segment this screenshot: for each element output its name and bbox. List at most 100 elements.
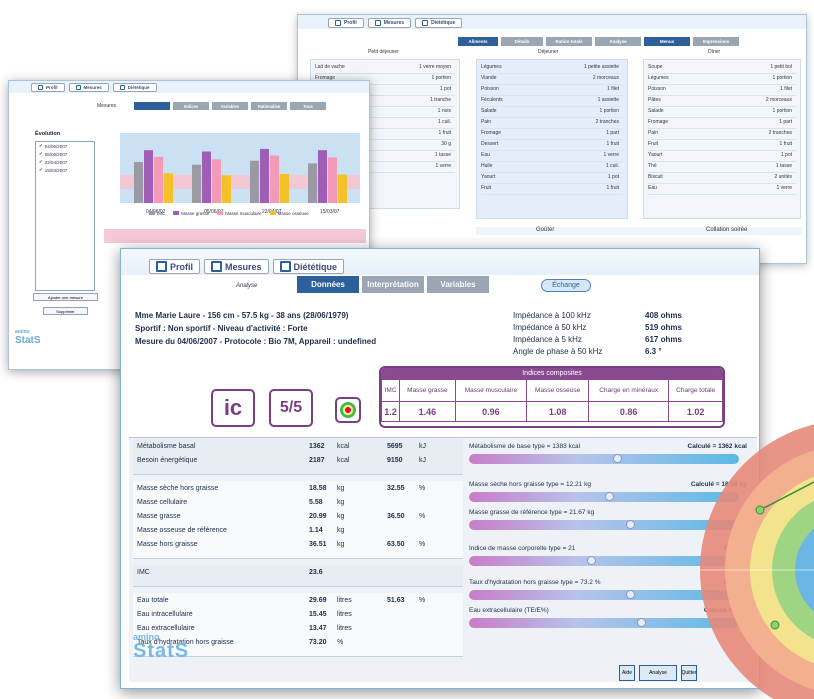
tab-mesures[interactable]: Mesures — [68, 83, 109, 92]
menu-row[interactable]: Légumes 1 petite assiette — [481, 64, 623, 74]
section-label: Mesures — [97, 103, 117, 109]
menu-row[interactable]: Yaourt1 pot — [481, 174, 623, 184]
gauge-bar — [469, 520, 739, 530]
menu-row[interactable]: Lait de vache 1 verre moyen — [315, 64, 455, 74]
seg-aliments[interactable]: Aliments — [458, 37, 498, 46]
menu-row[interactable]: Dessert 1 fruit — [481, 141, 623, 151]
menu-row[interactable]: Poisson 1 filet — [648, 86, 796, 96]
chart-bar — [270, 155, 279, 203]
tab-mesures[interactable]: Mesures — [204, 259, 269, 274]
concentric-rings-decoration — [700, 424, 814, 699]
menu-row[interactable]: Fruit1 fruit — [648, 141, 796, 151]
gauge-knob[interactable] — [613, 454, 623, 463]
composite-value: 1.02 — [668, 401, 723, 422]
gauge-bar — [469, 556, 739, 566]
exchange-button[interactable]: Échange — [541, 279, 591, 292]
profile-icon — [156, 261, 167, 272]
seg-menus[interactable]: Menus — [644, 37, 690, 46]
menu-row[interactable]: Soupe 1 petit bol — [648, 64, 796, 74]
seg-variables[interactable]: Variables — [427, 276, 489, 293]
menu-row[interactable]: Fromage 1 part — [481, 130, 623, 140]
menu-row[interactable]: Salade 1 portion — [481, 108, 623, 118]
analyse-label: Analyse — [236, 283, 258, 289]
seg-details[interactable]: Détails — [501, 37, 543, 46]
seg-donnees[interactable] — [134, 102, 170, 110]
chart-pink-band — [104, 229, 366, 243]
results-row: IMC 23.6 — [137, 569, 323, 576]
chart-bar — [144, 150, 153, 203]
gauge-knob[interactable] — [586, 556, 596, 565]
check-icon: ✔ — [39, 143, 43, 148]
gauge-knob[interactable] — [605, 492, 615, 501]
chart-bar — [192, 164, 201, 203]
tab-dietetique[interactable]: Diététique — [272, 259, 345, 274]
tab-profil[interactable]: Profil — [31, 83, 65, 92]
window-diet: Profil Mesures Diététique Aliments Détai… — [297, 14, 807, 264]
menu-row[interactable]: Biscuit 2 unités — [648, 174, 796, 184]
impedance-row: Impédance à 50 kHz 519 ohms — [513, 323, 682, 332]
gauge-knob[interactable] — [626, 590, 636, 599]
col-header-dinner: Dîner — [708, 49, 721, 55]
menu-row[interactable]: Pain 2 tranches — [648, 130, 796, 140]
menu-row[interactable]: Salade 1 portion — [648, 108, 796, 118]
menu-row[interactable]: Huile 1 cuil. — [481, 163, 623, 173]
tab-mesures[interactable]: Mesures — [367, 18, 412, 28]
tab-dietetique[interactable]: Diététique — [112, 83, 157, 92]
composite-header: Charge totale — [668, 379, 723, 402]
seg-variables[interactable]: Variables — [212, 102, 248, 110]
col-header-lunch: Déjeuner — [538, 49, 559, 55]
composite-title: Indices composites — [381, 368, 723, 379]
seg-indices[interactable]: Indices — [173, 102, 209, 110]
seg-tous[interactable]: Tous — [290, 102, 326, 110]
quit-button[interactable]: Quitter — [681, 665, 697, 681]
seg-rationalise[interactable]: Rationalise — [251, 102, 287, 110]
window-analyse: Profil Mesures Diététique Analyse Donnée… — [120, 248, 760, 689]
check-icon: ✔ — [39, 167, 43, 172]
results-group: IMC 23.6 — [133, 565, 463, 587]
seg-impressions[interactable]: Impressions — [693, 37, 739, 46]
menu-row[interactable]: Poisson 1 filet — [481, 86, 623, 96]
help-button[interactable]: Aide — [619, 665, 635, 681]
composite-value: 0.96 — [454, 401, 528, 422]
menu-row[interactable]: Eau 1 verre — [481, 152, 623, 162]
seg-ration[interactable]: Ration totale — [546, 37, 592, 46]
seg-donnees[interactable]: Données — [297, 276, 359, 293]
gauge-knob[interactable] — [626, 520, 636, 529]
col-header-evening: Collation soirée — [706, 227, 748, 233]
menu-row[interactable]: Légumes 1 portion — [648, 75, 796, 85]
analyse-button[interactable]: Analyse — [639, 665, 677, 681]
menu-row[interactable]: Yaourt1 pot — [648, 152, 796, 162]
seg-analyse[interactable]: Analyse — [595, 37, 641, 46]
measure-list-item[interactable]: ✔ 22/04/2007 — [36, 158, 94, 166]
results-row: Métabolisme basal 1362 kcal 5695 kJ — [137, 443, 426, 450]
menu-row[interactable]: Pain 2 tranches — [481, 119, 623, 129]
seg-interpretation[interactable]: Interprétation — [362, 276, 424, 293]
results-row: Masse sèche hors graisse 18.58 kg 32.55% — [137, 485, 426, 492]
target-icon — [335, 397, 361, 423]
delete-button[interactable]: Supprimer — [43, 307, 88, 315]
tab-dietetique[interactable]: Diététique — [415, 18, 463, 28]
measure-list-item[interactable]: ✔ 05/06/2007 — [36, 150, 94, 158]
composite-header: Masse osseuse — [526, 379, 590, 402]
menu-row[interactable]: Fromage 1 part — [648, 119, 796, 129]
measure-list-item[interactable]: ✔ 04/06/2007 — [36, 142, 94, 150]
chart-bar — [222, 175, 231, 203]
menu-row[interactable]: Viande 2 morceaux — [481, 75, 623, 85]
add-measure-button[interactable]: Ajouter une mesure — [33, 293, 98, 301]
tab-profil[interactable]: Profil — [149, 259, 201, 274]
gauge-knob[interactable] — [636, 618, 646, 627]
menu-row[interactable]: Eau 1 verre — [648, 185, 796, 195]
measure-list: ✔ 04/06/2007 ✔ 05/06/2007 ✔ 22/04/2007 ✔ 15/03/… — [35, 141, 95, 291]
check-icon: ✔ — [39, 159, 43, 164]
menu-row[interactable]: Féculents 1 assiette — [481, 97, 623, 107]
tab-profil[interactable]: Profil — [328, 18, 364, 28]
gauge-bar — [469, 492, 739, 502]
composite-header: IMC — [381, 379, 401, 402]
chart-bar — [212, 159, 221, 203]
menu-row[interactable]: Pâtes 2 morceaux — [648, 97, 796, 107]
menu-row[interactable]: Fruit1 fruit — [481, 185, 623, 195]
window-diet-segments: Aliments Détails Ration totale Analyse M… — [458, 37, 739, 46]
menu-row[interactable]: Thé1 tasse — [648, 163, 796, 173]
col-header-breakfast: Petit déjeuner — [368, 49, 399, 55]
measure-list-item[interactable]: ✔ 15/03/2007 — [36, 166, 94, 174]
